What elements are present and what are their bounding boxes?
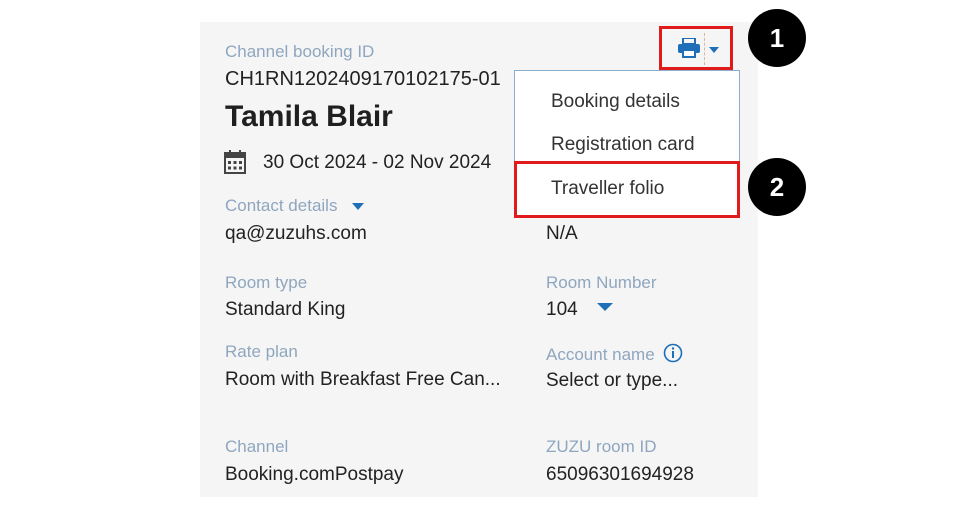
contact-details-label: Contact details — [225, 196, 338, 215]
room-number-value: 104 — [546, 299, 578, 320]
chevron-down-icon[interactable] — [709, 47, 719, 53]
info-icon[interactable] — [663, 343, 683, 363]
room-number-label: Room Number — [546, 273, 657, 292]
channel-value: Booking.comPostpay — [225, 464, 404, 485]
channel-booking-id-label: Channel booking ID — [225, 42, 375, 61]
split-divider — [704, 33, 705, 65]
print-button[interactable] — [659, 26, 733, 70]
account-name-label-group: Account name — [546, 343, 683, 365]
traveller-folio-highlight — [514, 161, 740, 218]
channel-label: Channel — [225, 437, 289, 456]
stay-dates: 30 Oct 2024 - 02 Nov 2024 — [263, 152, 492, 173]
account-name-input[interactable]: Select or type... — [546, 370, 678, 392]
chevron-down-icon[interactable] — [596, 303, 613, 311]
contact-right-value: N/A — [546, 223, 578, 244]
step-1-badge: 1 — [748, 9, 806, 67]
zuzu-room-id-value: 65096301694928 — [546, 464, 694, 485]
calendar-icon — [224, 150, 246, 174]
printer-icon[interactable] — [678, 38, 700, 58]
step-2-badge: 2 — [748, 158, 806, 216]
guest-name: Tamila Blair — [225, 100, 393, 133]
room-type-value: Standard King — [225, 299, 346, 320]
rate-plan-label: Rate plan — [225, 342, 298, 361]
menu-item-booking-details[interactable]: Booking details — [551, 91, 680, 113]
account-name-label: Account name — [546, 345, 655, 364]
channel-booking-id: CH1RN1202409170102175-01 — [225, 68, 501, 90]
contact-email: qa@zuzuhs.com — [225, 223, 367, 244]
rate-plan-value: Room with Breakfast Free Can... — [225, 369, 501, 390]
room-number-select[interactable]: 104 — [546, 299, 613, 321]
contact-details-toggle[interactable]: Contact details — [225, 196, 365, 216]
menu-item-registration-card[interactable]: Registration card — [551, 134, 695, 156]
zuzu-room-id-label: ZUZU room ID — [546, 437, 657, 456]
chevron-down-icon[interactable] — [352, 203, 365, 211]
room-type-label: Room type — [225, 273, 308, 292]
